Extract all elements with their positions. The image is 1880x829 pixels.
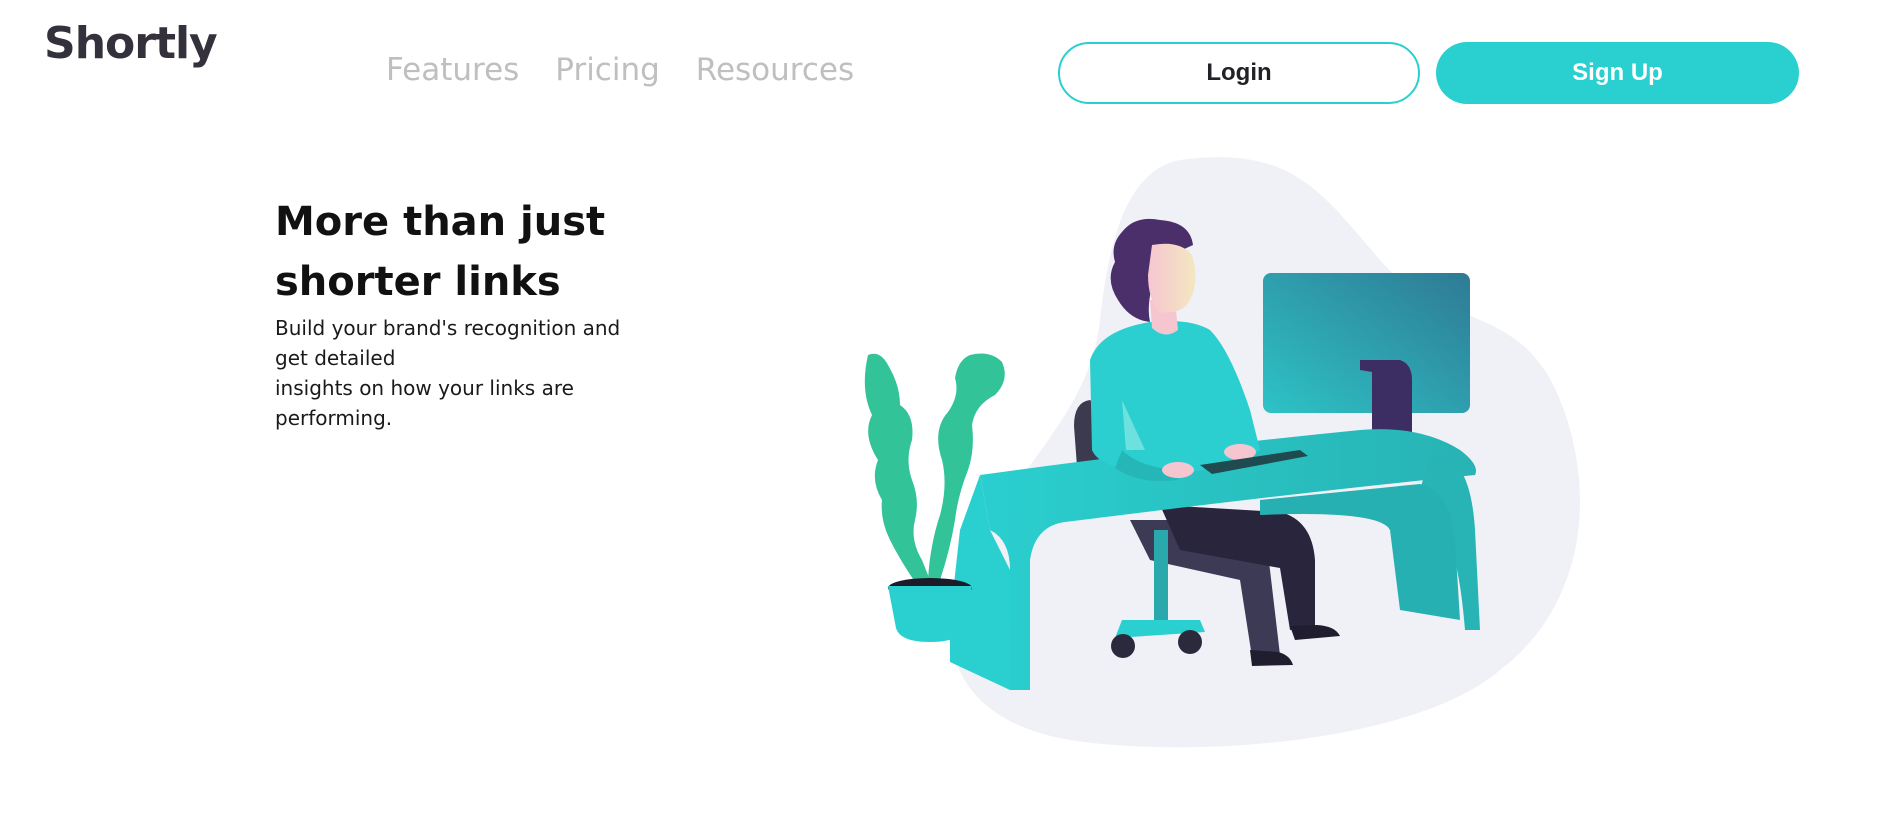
nav-link-pricing[interactable]: Pricing: [555, 52, 660, 88]
nav-list: Features Pricing Resources: [386, 52, 854, 88]
nav-item-features: Features: [386, 52, 519, 88]
plant-pot: [888, 586, 972, 642]
nav-link-resources[interactable]: Resources: [696, 52, 854, 88]
hero-title: More than just shorter links: [275, 192, 755, 312]
chair-post: [1154, 530, 1168, 625]
logo[interactable]: Shortly: [44, 18, 218, 69]
login-button[interactable]: Login: [1058, 42, 1420, 104]
plant-leaf-left: [864, 353, 930, 582]
chair-wheel-left: [1111, 634, 1135, 658]
nav-link-features[interactable]: Features: [386, 52, 519, 88]
person-working-at-desk-illustration: [864, 157, 1580, 748]
hero-subtitle-line-4: performing.: [275, 406, 393, 430]
hero-subtitle-line-1: Build your brand's recognition and: [275, 316, 621, 340]
hero-subtitle-line-3: insights on how your links are: [275, 376, 574, 400]
face: [1148, 243, 1196, 313]
hero-subtitle: Build your brand's recognition and get d…: [275, 313, 635, 433]
hero-subtitle-line-2: get detailed: [275, 346, 396, 370]
monitor-screen: [1263, 273, 1470, 413]
chair-wheel-right: [1178, 630, 1202, 654]
hero-title-line-2: shorter links: [275, 259, 561, 305]
nav-item-pricing: Pricing: [555, 52, 660, 88]
left-hand: [1162, 462, 1194, 478]
nav-item-resources: Resources: [696, 52, 854, 88]
signup-button[interactable]: Sign Up: [1436, 42, 1799, 104]
hero-title-line-1: More than just: [275, 199, 606, 245]
